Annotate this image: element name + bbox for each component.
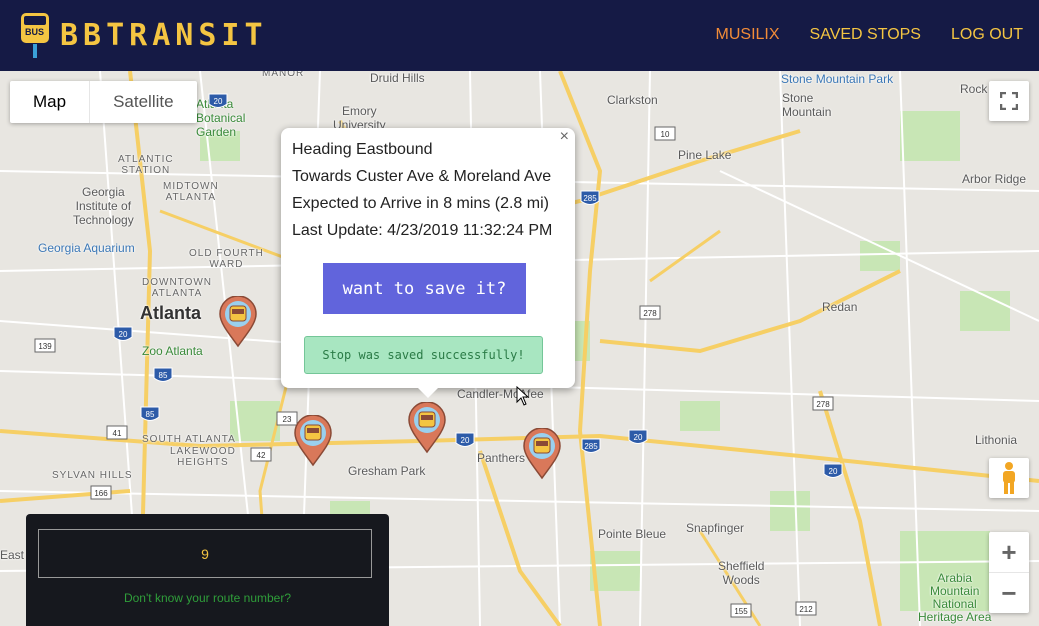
label-gresham-park: Gresham Park	[348, 464, 426, 478]
popup-close-button[interactable]: ×	[560, 128, 569, 146]
label-south-atlanta: SOUTH ATLANTA	[142, 434, 236, 445]
street-view-pegman[interactable]	[989, 458, 1029, 498]
label-midtown: MIDTOWN ATLANTA	[163, 181, 219, 203]
label-druid-hills: Druid Hills	[370, 71, 425, 85]
pegman-icon	[1003, 462, 1015, 494]
label-stone-mountain-park: Stone Mountain Park	[781, 72, 894, 86]
popup-direction: Heading Eastbound	[292, 141, 433, 158]
bus-marker-icon	[294, 414, 332, 467]
bus-marker-icon	[523, 427, 561, 480]
nav-links: MUSILIX SAVED STOPS LOG OUT	[716, 26, 1023, 44]
label-downtown: DOWNTOWN ATLANTA	[142, 277, 213, 299]
bus-marker-icon	[408, 401, 446, 454]
save-success-alert: Stop was saved successfully!	[304, 336, 543, 374]
brand-name: BBTRANSIT	[60, 17, 268, 53]
label-atlantic-station: ATLANTIC STATION	[118, 154, 174, 176]
brand[interactable]: BUS BBTRANSIT	[18, 10, 268, 60]
label-old-fourth-ward: OLD FOURTH WARD	[189, 248, 264, 270]
label-sylvan: SYLVAN HILLS	[52, 470, 133, 481]
label-candler: Candler-McAfee	[457, 387, 544, 401]
label-atlanta: Atlanta	[140, 303, 202, 323]
fullscreen-icon	[1000, 92, 1018, 110]
label-rock: Rock	[960, 82, 988, 96]
label-zoo-atlanta: Zoo Atlanta	[142, 344, 203, 358]
label-stone-mountain: Stone Mountain	[782, 91, 832, 119]
nav-link-musilix[interactable]: MUSILIX	[716, 26, 780, 44]
label-lakewood: LAKEWOOD HEIGHTS	[170, 446, 236, 468]
label-manor: MANOR	[262, 71, 305, 79]
zoom-out-button[interactable]: −	[989, 573, 1029, 613]
popup-arrival: Expected to Arrive in 8 mins (2.8 mi)	[292, 195, 549, 212]
fullscreen-button[interactable]	[989, 81, 1029, 121]
logo-badge: BUS	[25, 27, 45, 37]
label-georgia-aquarium: Georgia Aquarium	[38, 241, 135, 255]
map-type-control: Map Satellite	[10, 81, 197, 123]
zoom-in-button[interactable]: +	[989, 532, 1029, 573]
map-type-satellite-button[interactable]: Satellite	[89, 81, 196, 123]
label-arabia: Arabia Mountain National Heritage Area	[918, 571, 992, 624]
popup-destination: Towards Custer Ave & Moreland Ave	[292, 168, 552, 185]
bus-marker-icon	[219, 295, 257, 348]
label-atlanta-botanical: Atlanta Botanical Garden	[196, 97, 246, 139]
top-navbar: BUS BBTRANSIT MUSILIX SAVED STOPS LOG OU…	[0, 0, 1039, 71]
route-help-link[interactable]: Don't know your route number?	[26, 591, 389, 605]
label-sheffield-woods: Sheffield Woods	[718, 559, 765, 587]
label-snapfinger: Snapfinger	[686, 521, 745, 535]
bus-stop-marker[interactable]	[522, 427, 562, 480]
nav-link-log-out[interactable]: LOG OUT	[951, 26, 1023, 44]
bus-stop-marker[interactable]	[218, 295, 258, 348]
bus-stop-marker-selected[interactable]	[407, 401, 447, 454]
mouse-cursor-icon	[516, 386, 530, 406]
label-georgia-tech: Georgia Institute of Technology	[73, 185, 134, 227]
route-number-input[interactable]	[38, 529, 372, 578]
route-search-panel: Don't know your route number?	[26, 514, 389, 626]
label-arbor-ridge: Arbor Ridge	[962, 172, 1027, 186]
label-pointe-bleue: Pointe Bleue	[598, 527, 667, 541]
label-lithonia: Lithonia	[975, 433, 1018, 447]
label-clarkston: Clarkston	[607, 93, 658, 107]
label-panthersville: Panthers	[477, 451, 526, 465]
save-stop-button[interactable]: want to save it?	[323, 263, 526, 314]
bus-stop-marker[interactable]	[293, 414, 333, 467]
stop-info-popup: × Heading Eastbound Towards Custer Ave &…	[281, 128, 575, 398]
label-redan: Redan	[822, 300, 858, 314]
zoom-control: + −	[989, 532, 1029, 613]
map-type-map-button[interactable]: Map	[10, 81, 89, 123]
popup-last-update: Last Update: 4/23/2019 11:32:24 PM	[292, 222, 553, 239]
label-east: East	[0, 548, 25, 562]
nav-link-saved-stops[interactable]: SAVED STOPS	[810, 26, 921, 44]
label-pine-lake: Pine Lake	[678, 148, 732, 162]
